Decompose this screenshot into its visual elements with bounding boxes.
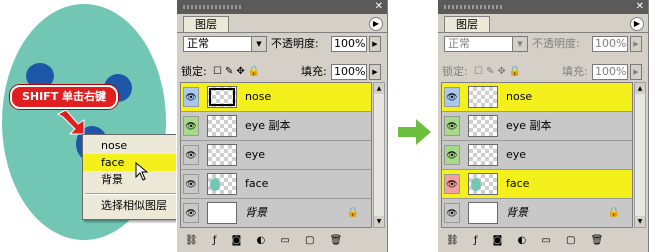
panel-titlebar: ✕	[177, 0, 387, 14]
layers-panel-after: ✕ 图层 ▶ 正常 ▼ 不透明度: 100% ▶ 锁定: ☐✎✥🔒 填充: 10…	[437, 0, 649, 252]
divider	[177, 32, 387, 33]
layer-name: 背景	[245, 206, 267, 219]
lock-label: 锁定:	[181, 65, 207, 78]
opacity-label: 不透明度:	[271, 37, 319, 50]
chevron-down-icon[interactable]: ▼	[251, 37, 266, 51]
layer-name: eye	[245, 148, 266, 161]
eye-icon[interactable]: 👁	[444, 174, 460, 194]
fill-input[interactable]: 100%	[592, 64, 628, 80]
eye-icon[interactable]: 👁	[444, 87, 460, 107]
layer-name: eye 副本	[506, 119, 552, 132]
layer-name: nose	[506, 90, 533, 103]
scrollbar[interactable]: ▲ ▼	[373, 82, 385, 228]
face-thumb-shape	[210, 178, 220, 191]
scroll-up-icon[interactable]: ▲	[374, 83, 384, 94]
layer-name: eye	[506, 148, 527, 161]
eye-icon[interactable]: 👁	[183, 145, 199, 165]
layer-row[interactable]: 👁 face	[442, 170, 632, 199]
opacity-input[interactable]: 100%	[331, 36, 367, 52]
chevron-down-icon[interactable]: ▼	[512, 37, 527, 51]
layer-row[interactable]: 👁 face	[181, 170, 371, 199]
blend-mode-value: 正常	[448, 37, 470, 50]
layer-name: face	[245, 177, 269, 190]
layer-row[interactable]: 👁 eye	[442, 141, 632, 170]
fill-input[interactable]: 100%	[331, 64, 367, 80]
shift-click-callout: SHIFT 单击右键	[10, 85, 118, 109]
blend-mode-select[interactable]: 正常 ▼	[444, 36, 528, 52]
scroll-down-icon[interactable]: ▼	[635, 216, 645, 227]
scrollbar[interactable]: ▲ ▼	[634, 82, 646, 228]
opacity-arrow-icon[interactable]: ▶	[369, 36, 381, 52]
layer-list: 👁 nose 👁 eye 副本 👁 eye 👁 face 👁 背景 🔒	[180, 82, 372, 228]
layer-name: eye 副本	[245, 119, 291, 132]
opacity-label: 不透明度:	[532, 37, 580, 50]
lock-label: 锁定:	[442, 65, 468, 78]
fill-label: 填充:	[562, 65, 588, 78]
opacity-arrow-icon[interactable]: ▶	[630, 36, 642, 52]
panel-titlebar: ✕	[438, 0, 648, 14]
layer-thumbnail	[468, 202, 498, 224]
layer-row[interactable]: 👁 背景 🔒	[442, 199, 632, 227]
layer-thumbnail	[207, 202, 237, 224]
panel-menu-icon[interactable]: ▶	[630, 17, 644, 31]
blend-mode-select[interactable]: 正常 ▼	[183, 36, 267, 52]
eye-icon[interactable]: 👁	[444, 145, 460, 165]
layer-row[interactable]: 👁 nose	[181, 83, 371, 112]
face-thumb-shape	[471, 178, 481, 191]
layer-row[interactable]: 👁 eye 副本	[181, 112, 371, 141]
fill-arrow-icon[interactable]: ▶	[369, 64, 381, 80]
lock-icon: 🔒	[607, 207, 620, 218]
panel-menu-icon[interactable]: ▶	[369, 17, 383, 31]
panel-bottom-toolbar[interactable]: ⛓ ƒ ◙ ◐ ▭ ▢ 🗑	[177, 230, 387, 252]
grip-dots[interactable]	[444, 5, 504, 9]
lock-icons[interactable]: ☐✎✥🔒	[213, 64, 263, 80]
eye-icon[interactable]: 👁	[444, 203, 460, 223]
close-icon[interactable]: ✕	[375, 0, 383, 14]
layers-panel-before: ✕ 图层 ▶ 正常 ▼ 不透明度: 100% ▶ 锁定: ☐✎✥🔒 填充: 10…	[176, 0, 388, 252]
layer-thumbnail	[468, 86, 498, 108]
layer-row[interactable]: 👁 eye	[181, 141, 371, 170]
eye-icon[interactable]: 👁	[183, 116, 199, 136]
close-icon[interactable]: ✕	[636, 0, 644, 14]
layer-row[interactable]: 👁 nose	[442, 83, 632, 112]
layer-name: nose	[245, 90, 272, 103]
layer-name: face	[506, 177, 530, 190]
fill-label: 填充:	[301, 65, 327, 78]
lock-icon: 🔒	[346, 207, 359, 218]
opacity-input[interactable]: 100%	[592, 36, 628, 52]
layer-thumbnail	[468, 173, 498, 195]
divider	[438, 32, 648, 33]
mouse-cursor-icon	[135, 162, 149, 181]
right-arrow-icon	[398, 119, 431, 145]
layer-row[interactable]: 👁 eye 副本	[442, 112, 632, 141]
layer-thumbnail	[207, 86, 237, 108]
layer-name: 背景	[506, 206, 528, 219]
tab-layers[interactable]: 图层	[183, 16, 229, 33]
eye-icon[interactable]: 👁	[444, 116, 460, 136]
fill-arrow-icon[interactable]: ▶	[630, 64, 642, 80]
layer-thumbnail	[468, 144, 498, 166]
layer-row[interactable]: 👁 背景 🔒	[181, 199, 371, 227]
eye-icon[interactable]: 👁	[183, 203, 199, 223]
blend-mode-value: 正常	[187, 37, 209, 50]
panel-bottom-toolbar[interactable]: ⛓ ƒ ◙ ◐ ▭ ▢ 🗑	[438, 230, 648, 252]
scroll-up-icon[interactable]: ▲	[635, 83, 645, 94]
layer-list: 👁 nose 👁 eye 副本 👁 eye 👁 face 👁 背景 🔒	[441, 82, 633, 228]
layer-thumbnail	[207, 144, 237, 166]
tab-layers[interactable]: 图层	[444, 16, 490, 33]
layer-thumbnail	[468, 115, 498, 137]
grip-dots[interactable]	[183, 5, 243, 9]
layer-thumbnail	[207, 115, 237, 137]
scroll-down-icon[interactable]: ▼	[374, 216, 384, 227]
layer-thumbnail	[207, 173, 237, 195]
lock-icons[interactable]: ☐✎✥🔒	[474, 64, 524, 80]
eye-icon[interactable]: 👁	[183, 87, 199, 107]
eye-icon[interactable]: 👁	[183, 174, 199, 194]
